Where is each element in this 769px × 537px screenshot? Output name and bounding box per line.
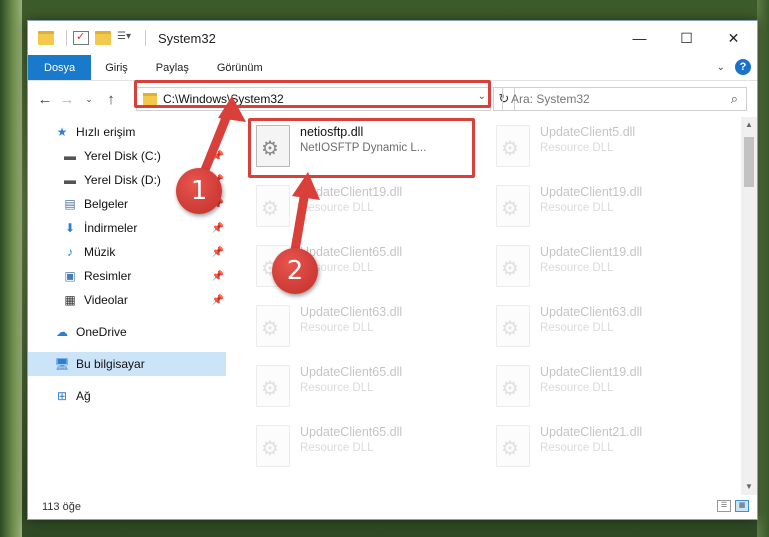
step-badge-2: 2 <box>272 248 318 294</box>
step-badge-1: 1 <box>176 168 222 214</box>
annotation-arrows <box>200 96 320 255</box>
arrow-to-file <box>290 172 320 255</box>
arrow-to-address <box>200 96 246 175</box>
